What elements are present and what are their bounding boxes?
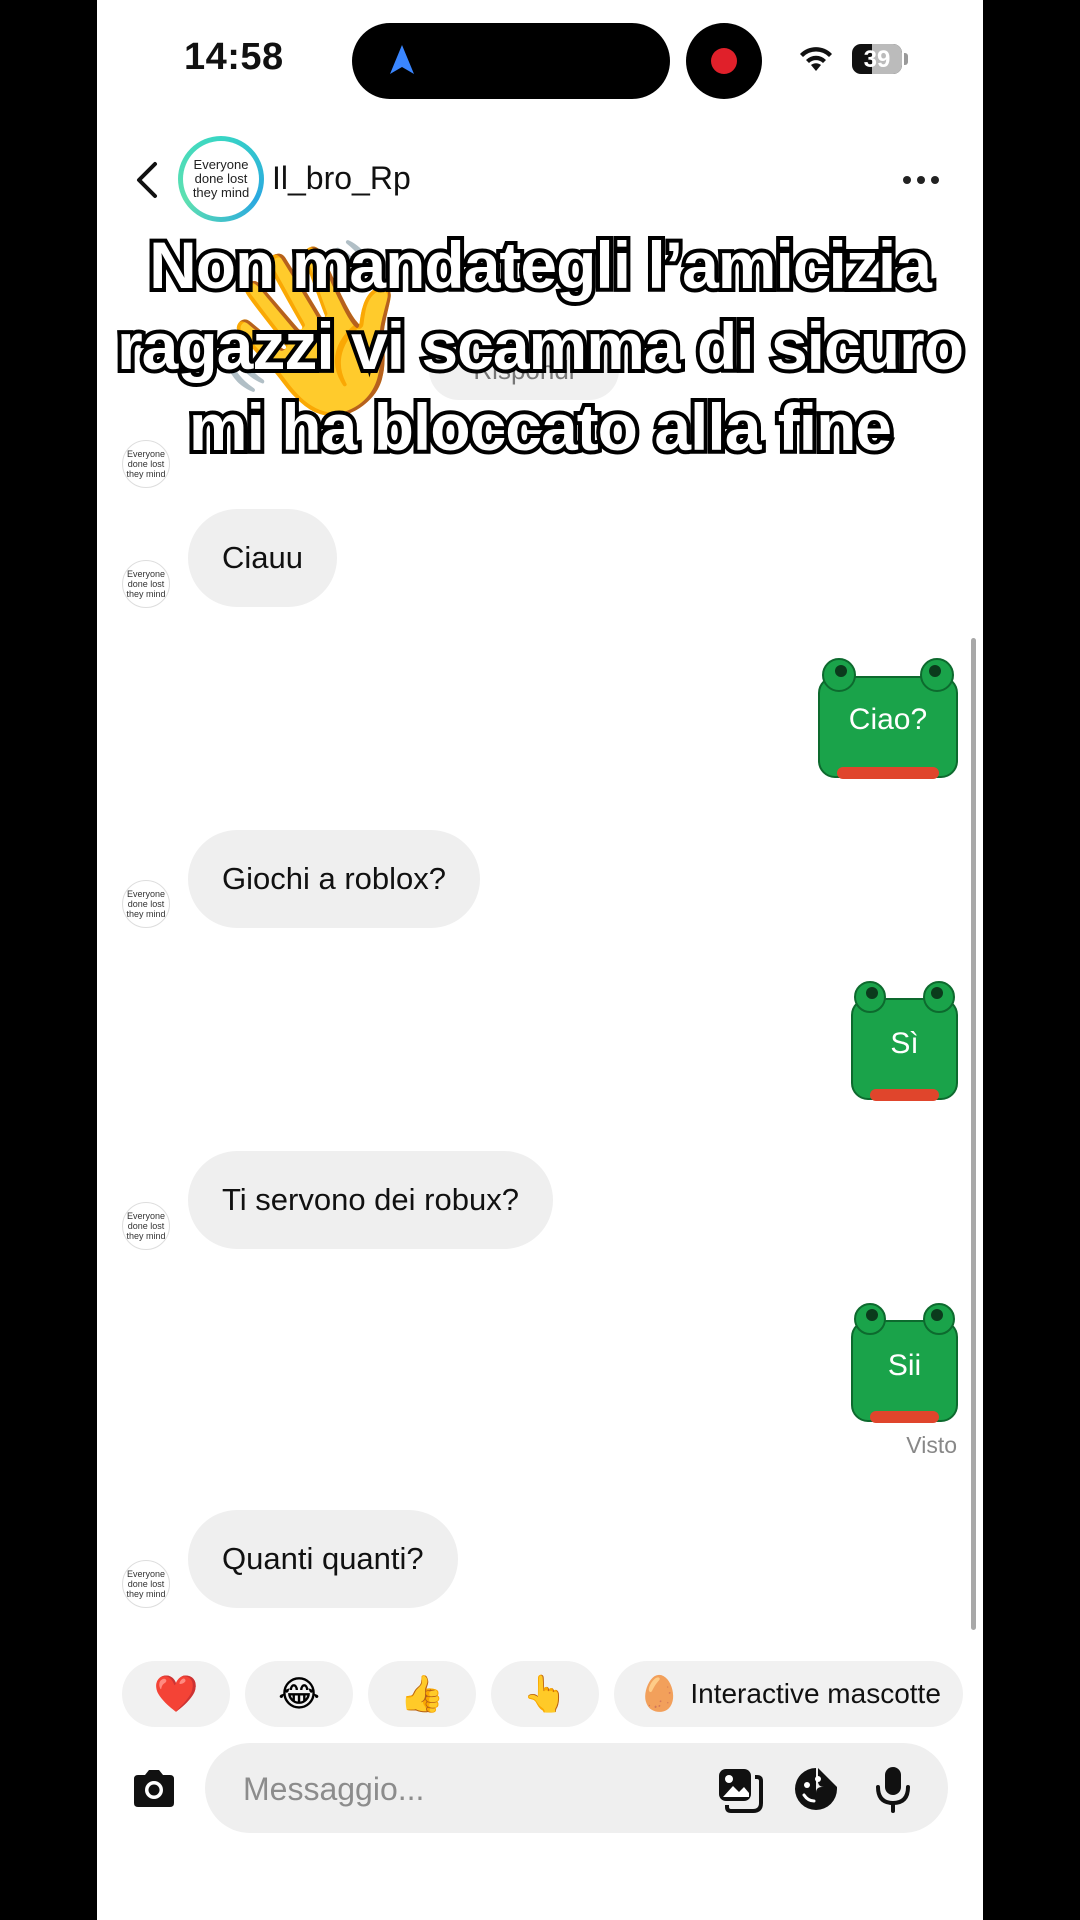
gallery-icon[interactable] <box>715 1765 763 1813</box>
quick-reaction-bar: ❤️ 😂 👍 👆 🥚 Interactive mascotte <box>122 1661 963 1727</box>
sender-avatar: Everyone done lost they mind <box>122 880 170 928</box>
message-bubble-incoming[interactable]: Ciauu <box>188 509 337 607</box>
message-frog-sticker-outgoing[interactable]: Ciao? <box>817 655 959 781</box>
more-dots-icon[interactable] <box>903 176 939 184</box>
avatar-text: Everyone done lost they mind <box>192 157 250 200</box>
mascot-chip[interactable]: 🥚 Interactive mascotte <box>614 1661 963 1727</box>
message-input[interactable] <box>241 1761 685 1817</box>
reaction-laugh-chip[interactable]: 😂 <box>245 1661 353 1727</box>
wifi-icon <box>800 47 832 71</box>
reaction-thumbs-up-chip[interactable]: 👍 <box>368 1661 476 1727</box>
profile-avatar[interactable]: Everyone done lost they mind <box>178 136 264 222</box>
dynamic-island <box>352 23 670 99</box>
scrollbar[interactable] <box>971 638 976 1630</box>
status-time: 14:58 <box>184 36 284 78</box>
sender-avatar: Everyone done lost they mind <box>122 1202 170 1250</box>
message-bubble-incoming[interactable]: Quanti quanti? <box>188 1510 458 1608</box>
microphone-icon[interactable] <box>869 1765 917 1813</box>
sender-avatar: Everyone done lost they mind <box>122 560 170 608</box>
username[interactable]: Il_bro_Rp <box>272 160 411 197</box>
seen-status: Visto <box>906 1432 957 1458</box>
navigation-arrow-icon <box>390 45 414 74</box>
sender-avatar: Everyone done lost they mind <box>122 1560 170 1608</box>
sticker-text: Sii <box>887 1349 922 1382</box>
sticker-text: Ciao? <box>848 703 928 736</box>
battery-tip <box>904 53 908 65</box>
reaction-heart-chip[interactable]: ❤️ <box>122 1661 230 1727</box>
mascot-chip-label: Interactive mascotte <box>690 1678 941 1709</box>
overlay-caption: Non mandategli l’amicizia ragazzi vi sca… <box>113 224 968 468</box>
recording-indicator <box>686 23 762 99</box>
message-composer <box>205 1743 948 1833</box>
reaction-pointing-chip[interactable]: 👆 <box>491 1661 599 1727</box>
battery-icon: 39 <box>852 44 902 74</box>
message-frog-sticker-outgoing[interactable]: Sì <box>850 977 959 1103</box>
camera-icon[interactable] <box>130 1765 178 1813</box>
chat-screen: 14:58 39 Everyone done lost they mind Il… <box>97 0 983 1920</box>
message-bubble-incoming[interactable]: Giochi a roblox? <box>188 830 481 928</box>
message-frog-sticker-outgoing[interactable]: Sii <box>850 1299 959 1425</box>
back-chevron-icon[interactable] <box>129 160 169 200</box>
recording-dot-icon <box>711 48 737 74</box>
battery-percent: 39 <box>863 46 891 73</box>
egg-mascot-icon: 🥚 <box>638 1675 681 1713</box>
sticker-icon[interactable] <box>792 1765 840 1813</box>
sticker-text: Sì <box>890 1027 919 1060</box>
message-bubble-incoming[interactable]: Ti servono dei robux? <box>188 1151 553 1249</box>
